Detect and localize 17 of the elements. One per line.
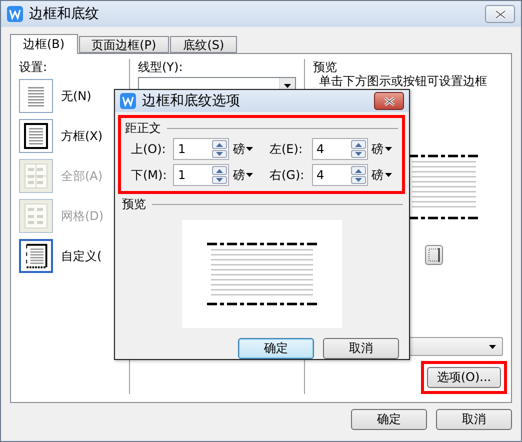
- setting-label: 方框(X): [61, 128, 103, 144]
- setting-label: 自定义(: [61, 248, 102, 264]
- setting-label: 网格(D): [61, 208, 104, 224]
- preview-hint: 单击下方图示或按钮可设置边框: [319, 75, 488, 88]
- settings-label: 设置:: [19, 59, 48, 75]
- line-style-label: 线型(Y):: [138, 59, 184, 75]
- dialog-title: 边框和底纹选项: [142, 92, 241, 110]
- window-title: 边框和底纹: [29, 5, 100, 23]
- field-label: 右(G):: [270, 166, 306, 184]
- setting-label: 无(N): [61, 88, 92, 104]
- field-label: 下(M):: [131, 166, 168, 184]
- field-label: 左(E):: [270, 140, 304, 158]
- group-label: 距正文: [125, 120, 161, 136]
- preview-title: 预览: [122, 196, 146, 212]
- preview-title: 预览: [313, 59, 338, 75]
- setting-label: 全部(A): [61, 168, 103, 184]
- field-label: 上(O):: [131, 140, 167, 158]
